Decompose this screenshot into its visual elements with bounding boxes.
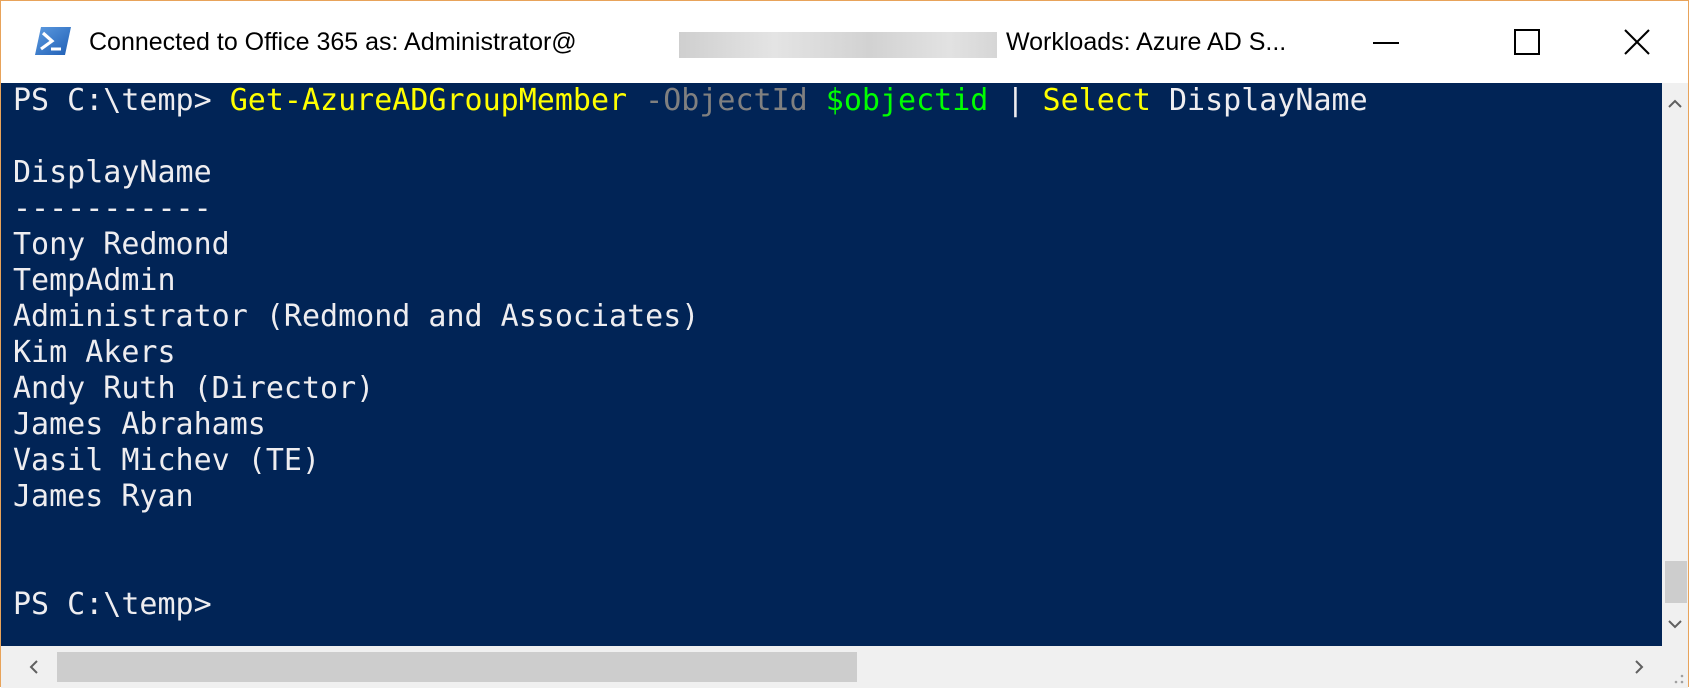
console-output-area[interactable]: PS C:\temp> Get-AzureADGroupMember -Obje… xyxy=(1,83,1662,646)
horizontal-scrollbar[interactable] xyxy=(1,646,1662,688)
cmdlet: Get-AzureADGroupMember xyxy=(229,83,628,118)
final-prompt: PS C:\temp> xyxy=(13,587,212,622)
maximize-button[interactable] xyxy=(1475,1,1579,83)
output-row: James Ryan xyxy=(13,479,194,514)
scroll-up-icon[interactable] xyxy=(1662,91,1688,117)
output-row: Vasil Michev (TE) xyxy=(13,443,321,478)
scroll-down-icon[interactable] xyxy=(1662,611,1688,637)
resize-grip-icon xyxy=(1674,674,1684,684)
prompt: PS C:\temp> xyxy=(13,83,230,118)
variable: $objectid xyxy=(825,83,989,118)
output-row: Administrator (Redmond and Associates) xyxy=(13,299,700,334)
vertical-scrollbar[interactable] xyxy=(1662,83,1688,646)
output-row: Tony Redmond xyxy=(13,227,230,262)
vertical-scroll-thumb[interactable] xyxy=(1665,561,1687,603)
output-header: DisplayName xyxy=(13,155,212,190)
output-row: James Abrahams xyxy=(13,407,266,442)
console-text: PS C:\temp> Get-AzureADGroupMember -Obje… xyxy=(13,83,1368,623)
output-row: TempAdmin xyxy=(13,263,176,298)
powershell-window: Connected to Office 365 as: Administrato… xyxy=(0,0,1689,688)
minimize-button[interactable] xyxy=(1334,1,1438,83)
output-row: Andy Ruth (Director) xyxy=(13,371,375,406)
output-separator: ----------- xyxy=(13,191,212,226)
scroll-left-icon[interactable] xyxy=(21,654,47,680)
pipe-operator: | xyxy=(1006,83,1025,118)
close-button[interactable] xyxy=(1585,1,1689,83)
resize-grip[interactable] xyxy=(1662,646,1688,688)
redacted-account-name xyxy=(679,32,997,58)
scroll-right-icon[interactable] xyxy=(1626,654,1652,680)
parameter: -ObjectId xyxy=(645,83,808,118)
title-bar[interactable]: Connected to Office 365 as: Administrato… xyxy=(1,1,1688,83)
output-row: Kim Akers xyxy=(13,335,176,370)
powershell-icon xyxy=(35,27,71,55)
maximize-icon xyxy=(1514,29,1540,55)
close-icon xyxy=(1624,29,1650,55)
select-argument: DisplayName xyxy=(1168,83,1368,118)
minimize-icon xyxy=(1373,42,1399,44)
command-line: PS C:\temp> Get-AzureADGroupMember -Obje… xyxy=(13,83,1368,119)
window-title-workloads: Workloads: Azure AD S... xyxy=(1006,28,1287,56)
horizontal-scroll-thumb[interactable] xyxy=(57,652,857,682)
select-cmdlet: Select xyxy=(1042,83,1151,118)
window-title: Connected to Office 365 as: Administrato… xyxy=(89,28,577,56)
